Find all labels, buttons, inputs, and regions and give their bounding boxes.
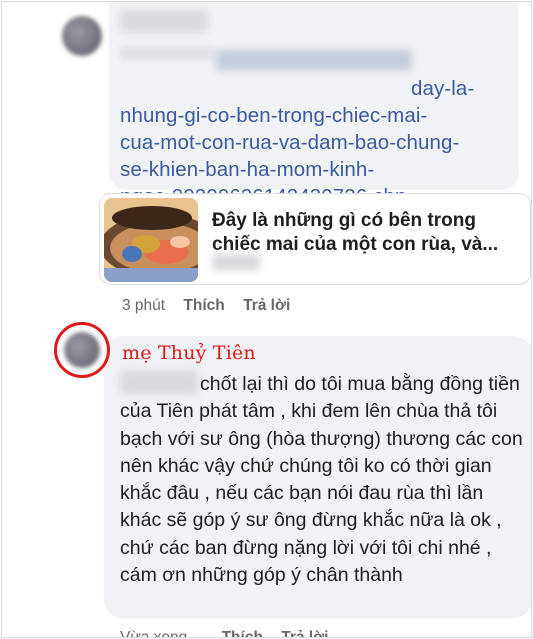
comment-timestamp[interactable]: 3 phút — [122, 297, 165, 314]
comment-actions: Vừa xong Thích Trả lời — [120, 629, 342, 637]
annotation-name-label: mẹ Thuỷ Tiên — [122, 342, 256, 364]
comment-text: chốt lại thì do tôi mua bằng đồng tiền c… — [120, 371, 524, 589]
reply-button[interactable]: Trả lời — [281, 629, 328, 637]
highlight-circle — [54, 322, 110, 378]
article-thumbnail — [104, 198, 198, 282]
blurred-commenter-name[interactable] — [120, 10, 208, 32]
reply-button[interactable]: Trả lời — [243, 297, 290, 314]
comment-body: chốt lại thì do tôi mua bằng đồng tiền c… — [120, 373, 523, 587]
link-preview-card[interactable]: Đây là những gì có bên trong chiếc mai c… — [99, 193, 531, 285]
article-link[interactable]: day-la- nhung-gi-co-ben-trong-chiec-mai-… — [120, 48, 510, 210]
preview-title[interactable]: Đây là những gì có bên trong chiếc mai c… — [212, 209, 512, 257]
article-link-text[interactable]: day-la- nhung-gi-co-ben-trong-chiec-mai-… — [120, 77, 474, 208]
commenter-avatar[interactable] — [62, 16, 102, 56]
comment-actions: 3 phút Thích Trả lời — [122, 297, 304, 315]
screenshot-frame: day-la- nhung-gi-co-ben-trong-chiec-mai-… — [1, 1, 532, 638]
blurred-preview-domain — [212, 254, 260, 270]
comment-timestamp[interactable]: Vừa xong — [120, 629, 187, 637]
like-button[interactable]: Thích — [222, 629, 263, 637]
like-button[interactable]: Thích — [183, 297, 224, 314]
